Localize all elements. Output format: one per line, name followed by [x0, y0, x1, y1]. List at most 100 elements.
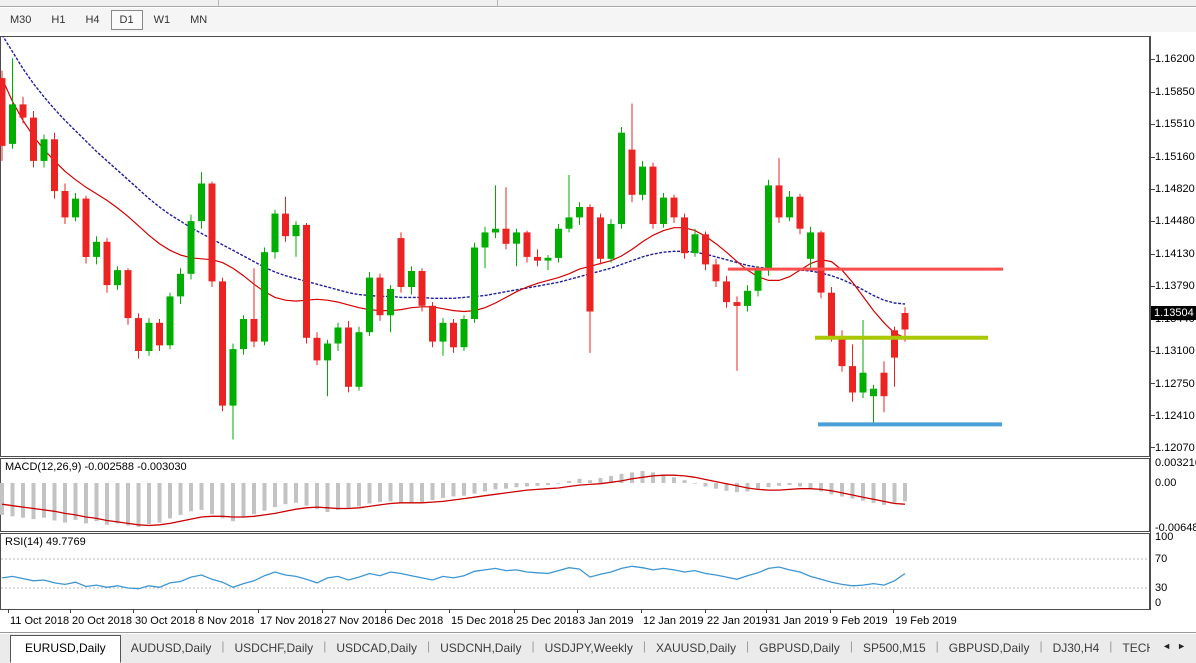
tabs-scroll-right-icon[interactable]: ► [1177, 641, 1192, 651]
chart-tab-usdchf-daily[interactable]: USDCHF,Daily [225, 634, 324, 661]
chart-tab-tech100-[interactable]: TECH100, [1112, 634, 1150, 661]
candle-body [534, 257, 541, 261]
candle-body [219, 281, 226, 405]
current-price-badge: 1.13504 [1151, 306, 1196, 320]
candle-body [251, 319, 258, 342]
candle-body [293, 225, 300, 236]
macd-axis-label: 0.003216 [1155, 457, 1196, 469]
candle-body [324, 344, 331, 361]
candle-body [849, 366, 856, 392]
rsi-axis-label: 30 [1155, 582, 1167, 594]
date-tick [449, 609, 450, 613]
chart-tab-eurusd-daily[interactable]: EURUSD,Daily [10, 635, 121, 663]
date-axis-label: 25 Dec 2018 [516, 615, 578, 627]
price-axis-label: 1.15850 [1155, 86, 1195, 98]
price-axis-label: 1.14820 [1155, 183, 1195, 195]
candle-body [713, 264, 720, 281]
timeframe-button-m30[interactable]: M30 [1, 10, 40, 30]
date-tick [258, 609, 259, 613]
candle-body [587, 207, 594, 312]
candle-body [870, 389, 877, 397]
candle-body [240, 319, 247, 349]
candle-body [450, 323, 457, 348]
chart-tab-sp500-m15[interactable]: SP500,M15 [853, 634, 936, 661]
candle-body [125, 270, 132, 318]
timeframe-button-w1[interactable]: W1 [145, 10, 180, 30]
price-axis-label: 1.14130 [1155, 248, 1195, 260]
trading-terminal-window: M30H1H4D1W1MN ▼ EURUSD,Daily 1.13329 1.1… [0, 0, 1196, 663]
price-axis-label: 1.12750 [1155, 378, 1195, 390]
price-axis-label: 1.16200 [1155, 53, 1195, 65]
date-tick [893, 609, 894, 613]
candle-body [30, 118, 37, 161]
date-tick [766, 609, 767, 613]
date-axis-label: 3 Jan 2019 [579, 615, 633, 627]
candle-body [618, 133, 625, 224]
candle-body [9, 104, 16, 143]
candle-body [807, 232, 814, 258]
candle-body [261, 252, 268, 341]
candle-body [461, 319, 468, 347]
date-axis-label: 22 Jan 2019 [707, 615, 768, 627]
candle-body [765, 185, 772, 270]
candle-body [650, 167, 657, 224]
date-axis-label: 19 Feb 2019 [895, 615, 957, 627]
candle-body [576, 207, 583, 217]
candle-body [492, 229, 499, 233]
tab-strip: EURUSD,DailyAUDUSD,Daily|USDCHF,Daily|US… [10, 633, 1150, 663]
candle-body [734, 302, 741, 306]
price-axis-label: 1.15160 [1155, 151, 1195, 163]
rsi-axis-label: 70 [1155, 553, 1167, 565]
candle-body [608, 224, 615, 259]
candle-body [566, 217, 573, 228]
tabs-scroll-left-icon[interactable]: ◄ [1162, 641, 1177, 651]
date-axis-label: 20 Oct 2018 [72, 615, 132, 627]
candle-body [387, 289, 394, 315]
candle-body [72, 199, 79, 218]
price-axis-label: 1.12410 [1155, 410, 1195, 422]
date-tick [705, 609, 706, 613]
price-axis-label: 1.13100 [1155, 345, 1195, 357]
candle-body [177, 274, 184, 297]
date-axis-label: 31 Jan 2019 [768, 615, 829, 627]
price-chart-panel[interactable] [0, 36, 1150, 457]
date-axis-label: 27 Nov 2018 [324, 615, 386, 627]
chart-tab-usdcad-daily[interactable]: USDCAD,Daily [326, 634, 427, 661]
chart-tab-dj30-h4[interactable]: DJ30,H4 [1043, 634, 1110, 661]
price-axis-label: 1.13790 [1155, 280, 1195, 292]
chart-tab-xauusd-daily[interactable]: XAUUSD,Daily [646, 634, 746, 661]
date-tick [385, 609, 386, 613]
candle-body [692, 234, 699, 253]
timeframe-button-mn[interactable]: MN [181, 10, 216, 30]
date-axis-label: 9 Feb 2019 [832, 615, 888, 627]
date-axis-label: 6 Dec 2018 [387, 615, 443, 627]
date-tick [641, 609, 642, 613]
candle-body [156, 323, 163, 346]
candle-body [62, 191, 69, 217]
chart-tab-gbpusd-daily[interactable]: GBPUSD,Daily [749, 634, 850, 661]
chart-tab-audusd-daily[interactable]: AUDUSD,Daily [121, 634, 222, 661]
candle-body [702, 234, 709, 264]
candle-body [902, 313, 909, 330]
chart-tab-usdjpy-weekly[interactable]: USDJPY,Weekly [535, 634, 643, 661]
rsi-panel[interactable] [0, 533, 1150, 610]
date-tick [577, 609, 578, 613]
timeframe-button-h1[interactable]: H1 [42, 10, 74, 30]
date-axis-label: 30 Oct 2018 [135, 615, 195, 627]
macd-label: MACD(12,26,9) -0.002588 -0.003030 [5, 461, 187, 473]
timeframe-button-d1[interactable]: D1 [111, 10, 143, 30]
candle-body [429, 306, 436, 342]
date-axis-label: 12 Jan 2019 [643, 615, 704, 627]
chart-tab-usdcnh-daily[interactable]: USDCNH,Daily [430, 634, 531, 661]
candle-body [471, 248, 478, 320]
candle-body [356, 332, 363, 387]
candle-body [513, 232, 520, 243]
candle-body [828, 293, 835, 336]
candle-body [167, 296, 174, 345]
rsi-axis-label: 100 [1155, 531, 1173, 543]
candle-body [597, 217, 604, 258]
chart-tab-gbpusd-daily[interactable]: GBPUSD,Daily [939, 634, 1040, 661]
candle-body [629, 150, 636, 195]
timeframe-button-h4[interactable]: H4 [76, 10, 108, 30]
date-tick [8, 609, 9, 613]
